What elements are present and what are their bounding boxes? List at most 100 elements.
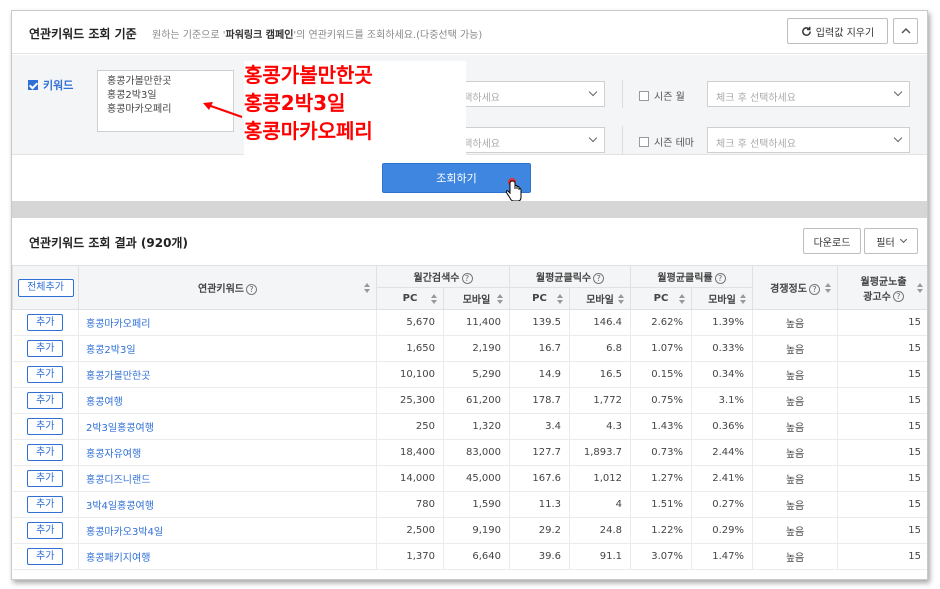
- ctr-pc-header[interactable]: PC: [630, 287, 693, 310]
- keyword-link[interactable]: 홍콩가볼만한곳: [78, 361, 377, 388]
- clicks-mobile-cell: 146.4: [569, 309, 632, 336]
- season-theme-select[interactable]: 체크 후 선택하세요: [707, 127, 910, 153]
- table-row: 추가 2박3일홍콩여행 250 1,320 3.4 4.3 1.43% 0.36% 높음 15: [12, 413, 927, 440]
- clicks-mobile-cell: 6.8: [569, 335, 632, 362]
- search-mobile-header[interactable]: 모바일: [443, 287, 510, 310]
- competition-cell: 높음: [752, 335, 839, 362]
- avg-ads-cell: 15: [837, 439, 927, 466]
- collapse-button[interactable]: [893, 18, 918, 44]
- sort-icon[interactable]: [497, 293, 503, 304]
- results-table-body: 추가 홍콩마카오페리 5,670 11,400 139.5 146.4 2.62% 1.39%…: [12, 309, 927, 570]
- keyword-link[interactable]: 홍콩디즈니랜드: [78, 465, 377, 492]
- search-pc-header[interactable]: PC: [376, 287, 444, 310]
- sort-icon[interactable]: [364, 282, 370, 293]
- checkbox-icon[interactable]: [639, 90, 649, 101]
- keyword-link[interactable]: 홍콩패키지여행: [78, 543, 377, 570]
- keyword-checkbox[interactable]: 키워드: [28, 77, 73, 93]
- competition-header[interactable]: 경쟁정도?: [752, 265, 839, 310]
- avg-ads-cell: 15: [837, 413, 927, 440]
- add-button[interactable]: 추가: [27, 496, 64, 513]
- keyword-tool-panel: 연관키워드 조회 기준 원하는 기준으로 '파워링크 캠페인'의 연관키워드를 …: [11, 10, 928, 580]
- add-all-button[interactable]: 전체추가: [17, 278, 74, 297]
- add-button[interactable]: 추가: [27, 366, 64, 383]
- table-row: 추가 홍콩패키지여행 1,370 6,640 39.6 91.1 3.07% 1.47% 높음 1…: [12, 543, 927, 570]
- checkbox-icon[interactable]: [639, 136, 649, 147]
- season-theme-checkbox[interactable]: 시즌 테마: [639, 134, 694, 149]
- select-dropdown-2[interactable]: 선택하세요: [445, 127, 605, 153]
- sort-icon[interactable]: [679, 293, 686, 304]
- reset-input-button[interactable]: 입력값 지우기: [787, 18, 888, 44]
- sort-icon[interactable]: [431, 293, 437, 304]
- sort-icon[interactable]: [618, 293, 625, 304]
- ctr-mobile-cell: 1.39%: [691, 309, 754, 336]
- clicks-mobile-cell: 4.3: [569, 413, 632, 440]
- add-button[interactable]: 추가: [27, 548, 64, 565]
- add-cell: 추가: [12, 491, 79, 518]
- avg-ads-label-1: 월평균노출: [860, 276, 907, 288]
- keyword-link[interactable]: 홍콩여행: [78, 387, 377, 414]
- season-month-select[interactable]: 체크 후 선택하세요: [707, 81, 910, 107]
- keyword-link[interactable]: 홍콩2박3일: [78, 335, 377, 362]
- keyword-link[interactable]: 홍콩마카오3박4일: [78, 517, 377, 544]
- clicks-mobile-cell: 24.8: [569, 517, 632, 544]
- avg-ads-header[interactable]: 월평균노출광고수?: [837, 265, 927, 310]
- sort-icon[interactable]: [557, 293, 563, 304]
- add-button[interactable]: 추가: [27, 470, 64, 487]
- search-pc-cell: 25,300: [376, 387, 444, 414]
- filter-button[interactable]: 필터: [864, 228, 918, 254]
- competition-cell: 높음: [752, 543, 839, 570]
- checkbox-checked-icon[interactable]: [28, 80, 38, 90]
- keyword-link[interactable]: 홍콩자유여행: [78, 439, 377, 466]
- help-icon[interactable]: ?: [593, 272, 605, 284]
- avg-ads-label-2: 광고수: [863, 291, 891, 303]
- add-button[interactable]: 추가: [27, 340, 64, 357]
- ctr-pc-cell: 3.07%: [630, 543, 693, 570]
- keyword-link[interactable]: 홍콩마카오페리: [78, 309, 377, 336]
- ctr-mobile-cell: 0.27%: [691, 491, 754, 518]
- season-theme-label: 시즌 테마: [654, 138, 694, 149]
- clicks-mobile-cell: 1,893.7: [569, 439, 632, 466]
- select-dropdown-1[interactable]: 선택하세요: [445, 81, 605, 107]
- sort-icon[interactable]: [740, 293, 747, 304]
- clicks-pc-cell: 178.7: [509, 387, 570, 414]
- competition-cell: 높음: [752, 413, 839, 440]
- keyword-link[interactable]: 3박4일홍콩여행: [78, 491, 377, 518]
- help-icon[interactable]: ?: [461, 272, 473, 284]
- mobile-label: 모바일: [708, 295, 736, 306]
- ctr-mobile-cell: 3.1%: [691, 387, 754, 414]
- avg-ads-cell: 15: [837, 465, 927, 492]
- search-mobile-cell: 2,190: [443, 335, 510, 362]
- ctr-mobile-header[interactable]: 모바일: [691, 287, 754, 310]
- sort-icon[interactable]: [917, 282, 924, 293]
- chevron-down-icon: [893, 133, 903, 143]
- search-pc-cell: 14,000: [376, 465, 444, 492]
- avg-ctr-header: 월평균클릭률?: [630, 265, 754, 288]
- add-button[interactable]: 추가: [27, 392, 64, 409]
- clicks-pc-cell: 167.6: [509, 465, 570, 492]
- clicks-mobile-header[interactable]: 모바일: [568, 287, 632, 310]
- clicks-pc-cell: 16.7: [509, 335, 570, 362]
- clicks-mobile-cell: 16.5: [569, 361, 632, 388]
- search-mobile-cell: 11,400: [443, 309, 510, 336]
- search-mobile-cell: 9,190: [443, 517, 510, 544]
- competition-cell: 높음: [752, 491, 839, 518]
- criteria-desc-highlight: 파워링크 캠페인: [225, 30, 294, 41]
- season-month-checkbox[interactable]: 시즌 월: [639, 88, 685, 103]
- sort-icon[interactable]: [825, 282, 832, 293]
- add-button[interactable]: 추가: [27, 522, 64, 539]
- clicks-pc-header[interactable]: PC: [509, 287, 570, 310]
- download-button[interactable]: 다운로드: [803, 228, 861, 254]
- add-cell: 추가: [12, 439, 79, 466]
- help-icon[interactable]: ?: [714, 272, 726, 284]
- clicks-mobile-cell: 91.1: [569, 543, 632, 570]
- add-button[interactable]: 추가: [27, 418, 64, 435]
- help-icon[interactable]: ?: [808, 283, 820, 295]
- keyword-column-header[interactable]: 연관키워드?: [78, 265, 377, 310]
- help-icon[interactable]: ?: [246, 283, 257, 295]
- add-button[interactable]: 추가: [27, 444, 64, 461]
- ctr-pc-cell: 1.51%: [630, 491, 693, 518]
- keyword-link[interactable]: 2박3일홍콩여행: [78, 413, 377, 440]
- add-cell: 추가: [12, 413, 79, 440]
- help-icon[interactable]: ?: [892, 291, 904, 302]
- add-button[interactable]: 추가: [27, 314, 64, 331]
